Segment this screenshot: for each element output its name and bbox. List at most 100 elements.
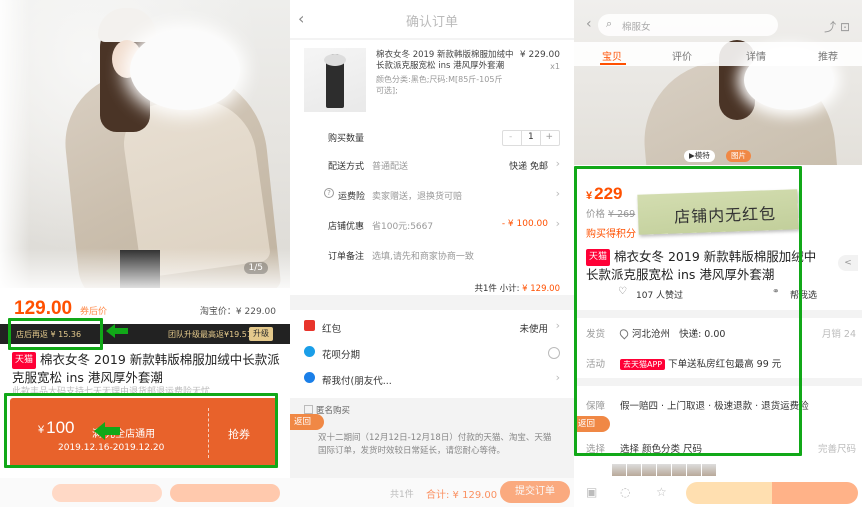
huabei-row[interactable]: 花呗分期 — [290, 340, 574, 366]
tmall-badge: 天猫 — [12, 352, 37, 369]
shop-discount-label: 店铺优惠 — [328, 222, 365, 232]
insurance-row[interactable]: ? 运费险 卖家赠送，退换货可赔 › — [290, 184, 574, 206]
order-card: 棉衣女冬 2019 新款韩版棉服加绒中长款派克服宽松 ins 港风厚外套潮 颜色… — [290, 40, 574, 295]
taobao-price: 淘宝价：¥ 229.00 — [199, 307, 276, 317]
plus-icon[interactable]: + — [545, 132, 553, 142]
upgrade-button[interactable]: 升级 — [249, 327, 273, 341]
friend-pay-icon — [304, 372, 315, 383]
variant-thumbnails[interactable] — [612, 461, 772, 476]
shop-discount-value: 省100元:5667 — [372, 222, 434, 232]
order-bottom-bar: 共1件 合计: ¥ 129.00 提交订单 — [290, 478, 574, 507]
tab-reviews[interactable]: 评价 — [672, 48, 692, 63]
panel1-bottom-bar — [0, 478, 290, 507]
quantity-stepper[interactable]: - 1 + — [502, 130, 560, 146]
price-row: 129.00 券后价 淘宝价：¥ 229.00 — [0, 298, 290, 320]
question-icon: ? — [324, 188, 334, 198]
tab-item[interactable]: 宝贝 — [602, 48, 622, 63]
coupon-buy-button-ghost[interactable] — [170, 484, 280, 502]
subtotal: 共1件 小计: ¥ 129.00 — [474, 282, 560, 294]
share-cart-icons[interactable]: ⤴ ⊡ — [824, 18, 850, 35]
remark-row[interactable]: 订单备注 选填,请先和商家协商一致 — [290, 244, 574, 266]
buy-now-button[interactable] — [772, 482, 858, 504]
search-placeholder: 棉服女 — [622, 22, 651, 33]
active-tab-indicator — [600, 63, 626, 65]
media-photo-button[interactable]: 图片 — [726, 150, 751, 162]
minus-icon[interactable]: - — [509, 132, 512, 142]
service-icon[interactable]: ◌ — [620, 485, 630, 499]
item-spec: 颜色分类:黑色;尺码:M[85斤-105斤可选]; — [376, 75, 503, 95]
arrow-left-icon-coupon — [94, 422, 120, 440]
image-counter: 1/5 — [243, 262, 268, 274]
holiday-notice: 双十二期间（12月12日-12月18日）付款的天猫、淘宝、天猫国际订单，发货时效… — [318, 433, 552, 456]
submit-order-button[interactable]: 提交订单 — [500, 481, 570, 503]
hongbao-label: 红包 — [322, 324, 342, 335]
detail-bottom-bar: ▣ ◌ ☆ — [574, 478, 862, 507]
shop-icon[interactable]: ▣ — [586, 485, 597, 499]
highlight-detail-box — [574, 166, 802, 456]
chevron-right-icon: › — [555, 187, 560, 200]
item-price: ¥ 229.00 — [519, 50, 560, 60]
delivery-label: 配送方式 — [328, 162, 365, 172]
share-icon[interactable]: < — [838, 255, 858, 271]
highlight-rebate-box — [8, 318, 103, 350]
price-after-coupon-label: 券后价 — [80, 307, 108, 317]
chevron-right-icon: › — [555, 319, 560, 332]
quantity-value[interactable]: 1 — [528, 132, 534, 142]
friend-pay-row[interactable]: 帮我付(朋友代... › — [290, 366, 574, 392]
remark-label: 订单备注 — [328, 252, 365, 262]
screenshot-stage: 1/5 129.00 券后价 淘宝价：¥ 229.00 店后再返 ¥ 15.36… — [0, 0, 862, 507]
highlight-coupon-box — [4, 393, 278, 468]
hongbao-status: 未使用 — [519, 324, 548, 335]
subtotal-amount: ¥ 129.00 — [522, 284, 560, 294]
anonymous-label: 匿名购买 — [316, 406, 351, 416]
media-model-button[interactable]: ▶模特 — [684, 150, 715, 162]
product-title-text: 棉衣女冬 2019 新款韩版棉服加绒中长款派克服宽松 ins 港风厚外套潮 — [12, 352, 280, 385]
friend-pay-label: 帮我付(朋友代... — [322, 376, 392, 387]
team-upgrade-text: 团队升级最高返¥19.51 — [168, 330, 252, 339]
red-packet-icon — [304, 320, 315, 331]
chevron-right-icon: › — [555, 217, 560, 230]
confirm-order-panel: ‹ 确认订单 棉衣女冬 2019 新款韩版棉服加绒中长款派克服宽松 ins 港风… — [290, 0, 574, 507]
checkbox-icon[interactable] — [304, 405, 313, 414]
order-nav-bar: ‹ 确认订单 — [290, 0, 574, 38]
product-detail-panel-original: ‹ ⌕ 棉服女 ⤴ ⊡ 宝贝 评价 详情 推荐 ▶模特 图片 ¥229 价格 ¥ … — [574, 0, 862, 507]
delivery-row[interactable]: 配送方式 普通配送 快递 免邮 › — [290, 154, 574, 176]
star-icon[interactable]: ☆ — [656, 485, 667, 499]
bottom-count: 共1件 — [390, 490, 414, 500]
tab-recommend[interactable]: 推荐 — [818, 48, 838, 63]
search-icon: ⌕ — [606, 17, 613, 30]
huabei-radio[interactable] — [548, 347, 560, 359]
delivery-value: 普通配送 — [372, 162, 409, 172]
monthly-sales: 月销 24 — [821, 329, 856, 340]
subtotal-count: 共1件 — [474, 284, 497, 294]
return-button[interactable]: 返回 — [290, 414, 324, 430]
select-right: 完善尺码 — [817, 444, 856, 455]
huabei-icon — [304, 346, 315, 357]
product-photo[interactable] — [0, 0, 290, 288]
shop-discount-amount: - ¥ 100.00 — [501, 219, 548, 229]
payment-card: 红包 未使用 › 花呗分期 帮我付(朋友代... › — [290, 310, 574, 398]
quantity-row: 购买数量 - 1 + — [290, 126, 574, 148]
product-title: 天猫 棉衣女冬 2019 新款韩版棉服加绒中长款派克服宽松 ins 港风厚外套潮 — [12, 351, 284, 386]
quantity-label: 购买数量 — [328, 134, 365, 144]
chevron-right-icon: › — [555, 371, 560, 384]
item-quantity: x1 — [550, 62, 560, 71]
insurance-value: 卖家赠送，退换货可赔 — [372, 192, 463, 202]
insurance-label: 运费险 — [338, 192, 366, 202]
coupon-price: 129.00 — [14, 298, 73, 319]
buy-button-ghost[interactable] — [52, 484, 162, 502]
huabei-label: 花呗分期 — [322, 350, 361, 361]
hongbao-row[interactable]: 红包 未使用 › — [290, 314, 574, 340]
item-title: 棉衣女冬 2019 新款韩版棉服加绒中长款派克服宽松 ins 港风厚外套潮 — [376, 50, 514, 71]
bottom-total: 合计: ¥ 129.00 — [426, 490, 498, 501]
remark-input[interactable]: 选填,请先和商家协商一致 — [372, 249, 474, 262]
chevron-right-icon: › — [555, 157, 560, 170]
item-thumbnail — [304, 48, 366, 112]
page-title: 确认订单 — [405, 15, 458, 30]
tab-details[interactable]: 详情 — [746, 48, 766, 63]
back-icon[interactable]: ‹ — [586, 16, 592, 32]
shop-discount-row[interactable]: 店铺优惠 省100元:5667 - ¥ 100.00 › — [290, 214, 574, 236]
arrow-left-icon — [106, 324, 128, 338]
add-to-cart-button[interactable] — [686, 482, 772, 504]
search-input[interactable]: ⌕ 棉服女 — [598, 14, 778, 36]
